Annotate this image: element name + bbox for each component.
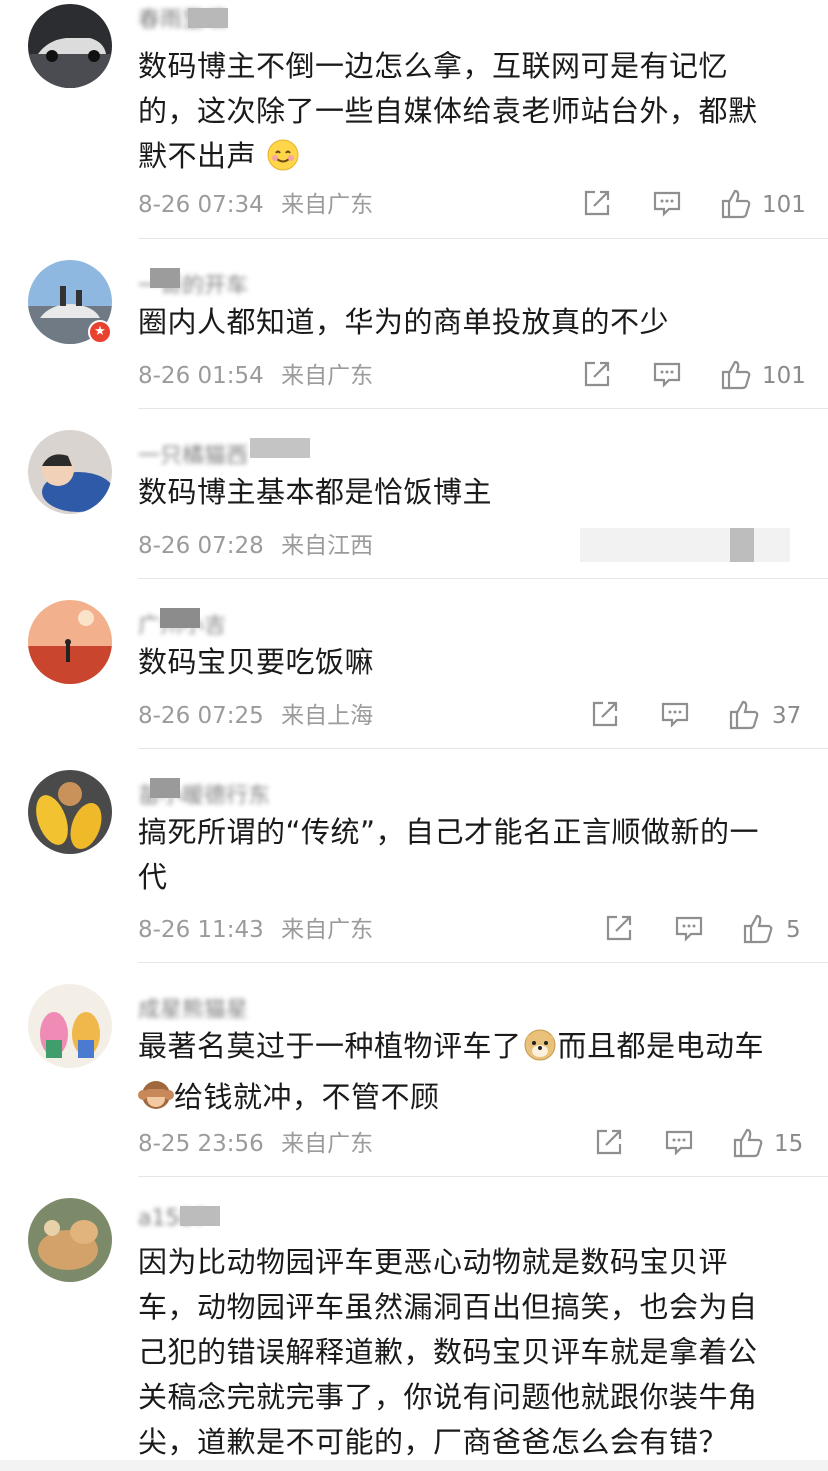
smile-emoji [266,138,300,185]
redacted-block [188,8,228,28]
avatar[interactable] [28,4,112,88]
share-icon[interactable] [590,699,620,733]
comment-text-line: 给钱就冲，不管不顾 [138,1075,808,1126]
comment-text-line: 默不出声 [138,134,798,185]
comment-meta: 8-26 07:28 来自江西 [138,531,373,561]
comment-icon[interactable] [660,699,690,733]
like-icon[interactable] [720,188,752,222]
comment-text-line: 数码博主基本都是恰饭博主 [138,475,493,509]
comment-actions: 5 [0,913,828,947]
doge-emoji [522,1026,558,1075]
like-count: 101 [762,363,806,389]
redacted-block [150,268,180,288]
comment-text: 因为比动物园评车更恶心动物就是数码宝贝评 车，动物园评车虽然漏洞百出但搞笑，也会… [138,1240,798,1465]
comment-text-line: 数码宝贝要吃饭嘛 [138,645,375,679]
comment-text-line: 车，动物园评车虽然漏洞百出但搞笑，也会为自 [138,1290,758,1324]
avatar[interactable] [28,430,112,514]
comment-text-line: 代 [138,860,168,894]
comment-text-fragment: 默不出声 [138,139,257,173]
comment-text: 数码博主基本都是恰饭博主 [138,470,798,515]
comment-icon[interactable] [652,188,682,222]
comment-text-line: 的，这次除了一些自媒体给袁老师站台外，都默 [138,94,758,128]
comment-text-fragment: 最著名莫过于一种植物评车了 [138,1029,522,1063]
comment-icon[interactable] [674,913,704,947]
comment-actions: 101 [0,359,828,393]
comment-text: 最著名莫过于一种植物评车了 而且都是电动车 给钱就冲，不管不顾 [138,1024,808,1126]
comment-text: 数码宝贝要吃饭嘛 [138,640,798,685]
bottom-bar [0,1460,828,1471]
like-icon[interactable] [720,359,752,393]
avatar[interactable] [28,1198,112,1282]
like-count: 5 [786,917,801,943]
username[interactable]: 成星熊猫星 [138,992,248,1018]
like-icon[interactable] [742,913,774,947]
comment-text-line: 圈内人都知道，华为的商单投放真的不少 [138,305,670,339]
comment-actions: 15 [0,1127,828,1161]
redacted-block [730,528,754,562]
comment-icon[interactable] [664,1127,694,1161]
comment-text-line: 己犯的错误解释道歉，数码宝贝评车就是拿着公 [138,1335,758,1369]
comment-text: 数码博主不倒一边怎么拿，互联网可是有记忆 的，这次除了一些自媒体给袁老师站台外，… [138,44,798,185]
comment-actions: 37 [0,699,828,733]
share-icon[interactable] [604,913,634,947]
divider [138,578,828,579]
comment-text-line: 搞死所谓的“传统”，自己才能名正言顺做新的一 [138,815,760,849]
comment-icon[interactable] [652,359,682,393]
like-count: 15 [774,1131,804,1157]
like-icon[interactable] [728,699,760,733]
comment-text-line: 尖，道歉是不可能的，厂商爸爸怎么会有错？ [138,1425,729,1459]
like-count: 37 [772,703,802,729]
divider [138,962,828,963]
redacted-block [160,608,200,628]
comment-date: 8-26 07:28 [138,533,264,559]
share-icon[interactable] [594,1127,624,1161]
share-icon[interactable] [582,359,612,393]
avatar[interactable] [28,984,112,1068]
redacted-block [150,778,180,798]
divider [138,408,828,409]
redacted-block [180,1206,220,1226]
share-icon[interactable] [582,188,612,222]
redacted-actions [580,528,790,562]
like-count: 101 [762,192,806,218]
comment-text: 搞死所谓的“传统”，自己才能名正言顺做新的一 代 [138,810,798,900]
see-no-evil-monkey-emoji [138,1077,174,1126]
like-icon[interactable] [732,1127,764,1161]
comment-text-line: 因为比动物园评车更恶心动物就是数码宝贝评 [138,1245,729,1279]
comment-text-fragment: 而且都是电动车 [557,1029,765,1063]
avatar[interactable] [28,600,112,684]
comment-text-line: 最著名莫过于一种植物评车了 而且都是电动车 [138,1024,808,1075]
divider [138,238,828,239]
comment-text: 圈内人都知道，华为的商单投放真的不少 [138,300,798,345]
comment-text-line: 关稿念完就完事了，你说有问题他就跟你装牛角 [138,1380,758,1414]
comment-actions: 101 [0,188,828,222]
comment-text-fragment: 给钱就冲，不管不顾 [174,1080,440,1114]
divider [138,1176,828,1177]
comment-text-line: 数码博主不倒一边怎么拿，互联网可是有记忆 [138,49,729,83]
avatar[interactable] [28,770,112,854]
verified-badge-icon: ★ [88,320,112,344]
redacted-block [250,438,310,458]
divider [138,748,828,749]
username[interactable]: 一只橘猫西 [138,438,248,464]
comment-location: 来自江西 [281,533,374,559]
